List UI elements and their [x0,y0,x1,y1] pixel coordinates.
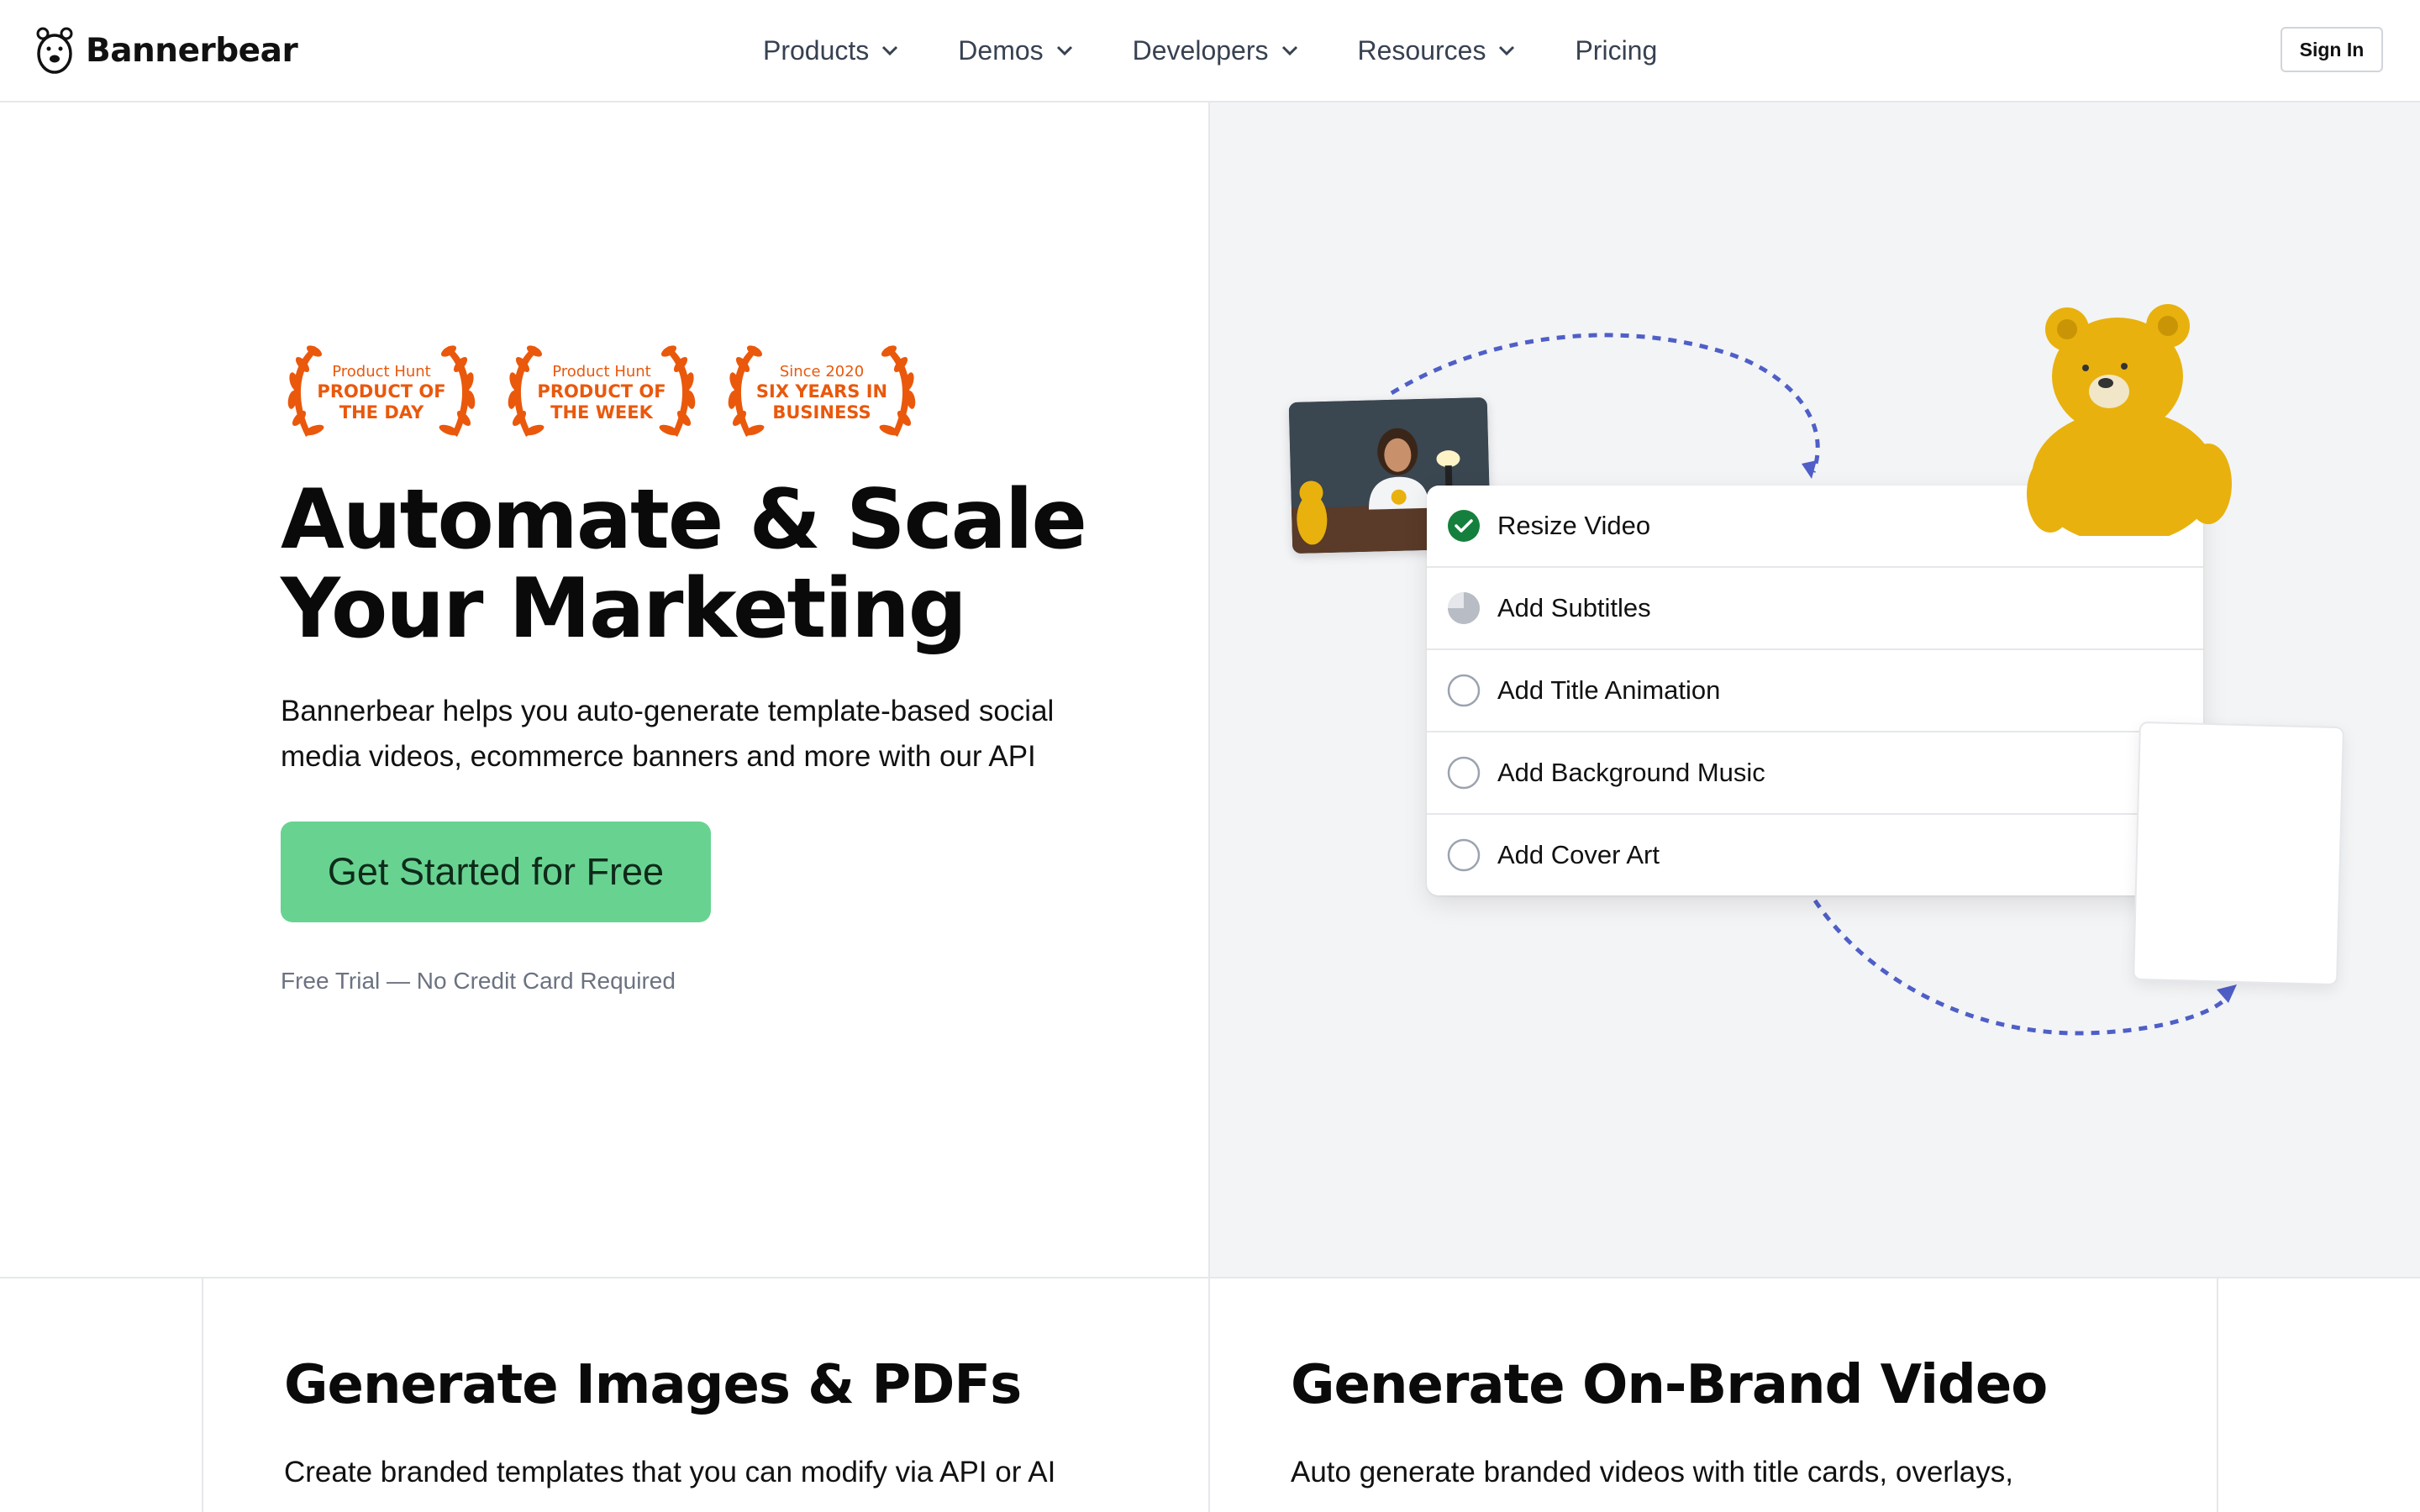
yellow-bear-icon [2027,304,2232,536]
get-started-button[interactable]: Get Started for Free [281,822,711,922]
feature-title-images: Generate Images & PDFs [284,1354,1022,1416]
badge-title-line2: THE WEEK [550,402,653,423]
feature-title-video: Generate On-Brand Video [1291,1354,2048,1416]
headline-line-2: Your Marketing [281,561,967,657]
award-badges: Product Hunt PRODUCT OF THE DAY Product … [281,338,923,447]
nav-products-label: Products [763,34,870,66]
arrow-head-icon [2217,984,2237,1003]
nav-resources-label: Resources [1357,34,1486,66]
column-divider [202,1278,203,1512]
site-header: Bannerbear Products Demos Developers Res… [0,0,2420,102]
badge-title-line1: SIX YEARS IN [755,381,888,402]
column-divider [1208,1278,1210,1512]
nav-demos-label: Demos [958,34,1044,66]
empty-circle-icon [1447,838,1481,872]
badge-title-line1: PRODUCT OF [537,381,666,402]
nav-pricing-label: Pricing [1575,34,1658,66]
badge-title-line1: PRODUCT OF [317,381,446,402]
badge-title-line2: THE DAY [339,402,424,423]
nav-developers[interactable]: Developers [1133,30,1299,71]
award-badge: Since 2020 SIX YEARS IN BUSINESS [721,338,923,447]
badge-small-text: Since 2020 [779,363,865,381]
hero-subtext: Bannerbear helps you auto-generate templ… [281,695,1055,773]
bear-logo-icon [36,27,73,74]
nav-resources[interactable]: Resources [1358,30,1517,71]
task-label: Add Background Music [1497,758,1765,787]
task-row[interactable]: Add Subtitles [1427,568,2203,650]
chevron-down-icon [1056,45,1072,56]
badge-small-text: Product Hunt [332,363,431,381]
headline-line-1: Automate & Scale [281,472,1087,568]
section-divider [0,1277,2420,1278]
task-row[interactable]: Add Cover Art [1427,815,2203,895]
nav-pricing[interactable]: Pricing [1575,30,1657,71]
progress-circle-icon [1448,592,1480,624]
main-nav: Products Demos Developers Resources Pric… [763,30,1716,71]
brand-name: Bannerbear [86,31,298,70]
chevron-down-icon [1499,45,1515,56]
workflow-task-list: Resize Video Add Subtitles Add Title Ani… [1427,486,2203,895]
nav-products[interactable]: Products [763,30,899,71]
brand-logo[interactable]: Bannerbear [35,24,298,77]
nav-developers-label: Developers [1132,34,1269,66]
chevron-down-icon [882,45,898,56]
hero-headline: Automate & Scale Your Marketing [281,472,1087,657]
badge-text: Since 2020 SIX YEARS IN BUSINESS [721,363,923,423]
task-row[interactable]: Add Title Animation [1427,650,2203,732]
badge-text: Product Hunt PRODUCT OF THE DAY [281,363,482,423]
cover-art-card [2133,721,2344,986]
task-row[interactable]: Add Background Music [1427,732,2203,815]
task-label: Add Subtitles [1497,593,1651,622]
badge-title-line2: BUSINESS [772,402,871,423]
task-label: Add Cover Art [1497,840,1660,869]
trial-note: Free Trial — No Credit Card Required [281,968,676,994]
check-circle-icon [1448,510,1480,542]
badge-small-text: Product Hunt [552,363,651,381]
badge-text: Product Hunt PRODUCT OF THE WEEK [501,363,702,423]
nav-demos[interactable]: Demos [958,30,1073,71]
award-badge: Product Hunt PRODUCT OF THE DAY [281,338,482,447]
column-divider [2217,1278,2218,1512]
feature-text-video: Auto generate branded videos with title … [1291,1456,2013,1488]
chevron-down-icon [1281,45,1297,56]
task-label: Add Title Animation [1497,675,1721,705]
empty-circle-icon [1447,674,1481,707]
award-badge: Product Hunt PRODUCT OF THE WEEK [501,338,702,447]
empty-circle-icon [1447,756,1481,790]
arrow-head-icon [1802,460,1817,479]
sign-in-button[interactable]: Sign In [2281,27,2383,72]
task-label: Resize Video [1497,511,1651,540]
feature-text-images: Create branded templates that you can mo… [284,1456,1056,1488]
